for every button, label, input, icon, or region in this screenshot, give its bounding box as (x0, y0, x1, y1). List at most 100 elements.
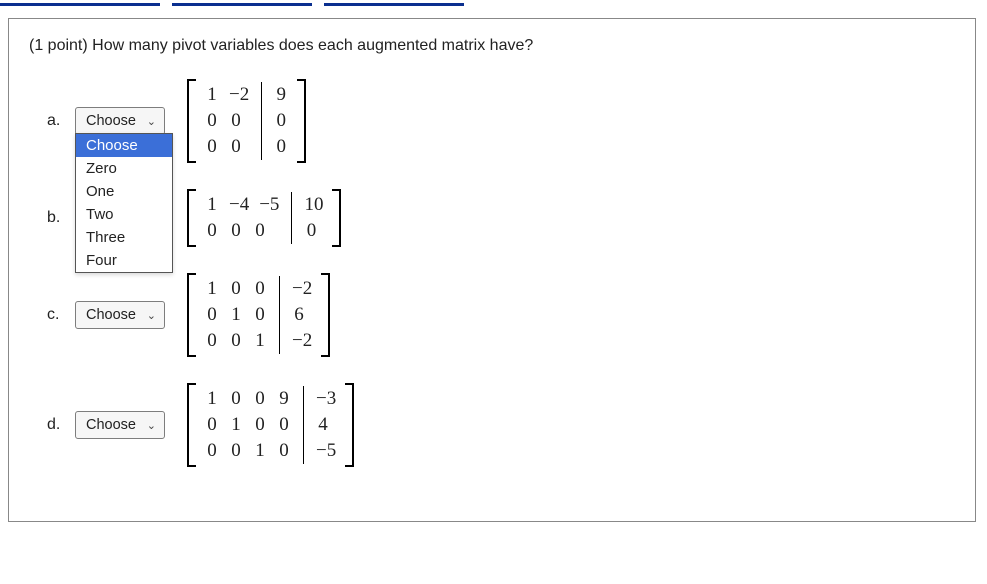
part-c-row: c. Choose ⌄ 100 010 001 −2 6 −2 (47, 273, 955, 357)
parts-list: a. Choose ⌄ Choose Zero One Two Three Fo… (29, 79, 955, 467)
top-underline-bar (0, 0, 987, 6)
part-c-select-wrap: Choose ⌄ (75, 301, 165, 329)
cell: 0 (248, 218, 272, 244)
select-value: Choose (86, 113, 136, 129)
part-d-label: d. (47, 416, 67, 434)
question-container: (1 point) How many pivot variables does … (8, 18, 976, 522)
part-d-row: d. Choose ⌄ 1009 0100 0010 −3 4 −5 (47, 383, 955, 467)
chevron-down-icon: ⌄ (147, 309, 156, 322)
matrix-left-block: 100 010 001 (196, 273, 276, 357)
matrix-d: 1009 0100 0010 −3 4 −5 (187, 383, 354, 467)
cell: 0 (224, 218, 248, 244)
cell: 1 (200, 276, 224, 302)
cell: −5 (311, 438, 341, 464)
underline-seg (324, 0, 464, 6)
cell: −2 (224, 82, 254, 108)
cell: 0 (200, 412, 224, 438)
matrix-left-block: 1−4−5 000 (196, 189, 288, 247)
dropdown-option-choose[interactable]: Choose (76, 134, 172, 157)
cell: 1 (248, 438, 272, 464)
augment-bar (279, 276, 280, 354)
dropdown-option-two[interactable]: Two (76, 203, 172, 226)
select-value: Choose (86, 417, 136, 433)
part-a-select-wrap: Choose ⌄ Choose Zero One Two Three Four (75, 107, 165, 135)
part-b-label: b. (47, 209, 67, 227)
cell: 0 (248, 276, 272, 302)
cell: 0 (272, 438, 296, 464)
part-d-select[interactable]: Choose ⌄ (75, 411, 165, 439)
bracket-right (297, 79, 306, 163)
cell: −5 (254, 192, 284, 218)
cell: −2 (287, 276, 317, 302)
bracket-right (332, 189, 341, 247)
dropdown-option-one[interactable]: One (76, 180, 172, 203)
cell: 0 (200, 302, 224, 328)
cell: −2 (287, 328, 317, 354)
bracket-right (321, 273, 330, 357)
cell: 1 (200, 192, 224, 218)
part-a-dropdown: Choose Zero One Two Three Four (75, 133, 173, 273)
part-c-select[interactable]: Choose ⌄ (75, 301, 165, 329)
bracket-right (345, 383, 354, 467)
matrix-left-block: 1−2 00 00 (196, 79, 258, 163)
cell: 9 (272, 386, 296, 412)
cell: 0 (299, 218, 323, 244)
cell: 0 (224, 438, 248, 464)
matrix-right-block: −3 4 −5 (307, 383, 345, 467)
cell: 0 (200, 134, 224, 160)
part-a-select[interactable]: Choose ⌄ (75, 107, 165, 135)
question-text: (1 point) How many pivot variables does … (29, 37, 955, 55)
chevron-down-icon: ⌄ (147, 115, 156, 128)
cell: 0 (200, 438, 224, 464)
part-d-select-wrap: Choose ⌄ (75, 411, 165, 439)
cell: 0 (269, 134, 293, 160)
cell: 1 (200, 386, 224, 412)
dropdown-option-zero[interactable]: Zero (76, 157, 172, 180)
matrix-b: 1−4−5 000 10 0 (187, 189, 341, 247)
part-a-label: a. (47, 112, 67, 130)
cell: 0 (248, 412, 272, 438)
cell: 4 (311, 412, 335, 438)
cell: 0 (224, 328, 248, 354)
part-c-label: c. (47, 306, 67, 324)
bracket-left (187, 79, 196, 163)
cell: 9 (269, 82, 293, 108)
dropdown-option-three[interactable]: Three (76, 226, 172, 249)
cell: 0 (200, 328, 224, 354)
dropdown-option-four[interactable]: Four (76, 249, 172, 272)
matrix-a: 1−2 00 00 9 0 0 (187, 79, 306, 163)
cell: 1 (224, 412, 248, 438)
cell: 0 (248, 302, 272, 328)
cell: 0 (200, 218, 224, 244)
augment-bar (303, 386, 304, 464)
cell: 6 (287, 302, 311, 328)
matrix-c: 100 010 001 −2 6 −2 (187, 273, 330, 357)
matrix-right-block: 10 0 (295, 189, 332, 247)
cell: 0 (272, 412, 296, 438)
augment-bar (291, 192, 292, 244)
bracket-left (187, 189, 196, 247)
cell: 10 (299, 192, 328, 218)
cell: 0 (224, 386, 248, 412)
cell: 0 (269, 108, 293, 134)
cell: 0 (200, 108, 224, 134)
select-value: Choose (86, 307, 136, 323)
augment-bar (261, 82, 262, 160)
underline-seg (0, 0, 160, 6)
bracket-left (187, 273, 196, 357)
cell: −3 (311, 386, 341, 412)
matrix-left-block: 1009 0100 0010 (196, 383, 300, 467)
cell: 1 (248, 328, 272, 354)
part-a-row: a. Choose ⌄ Choose Zero One Two Three Fo… (47, 79, 955, 163)
cell: 1 (224, 302, 248, 328)
cell: −4 (224, 192, 254, 218)
cell: 0 (224, 276, 248, 302)
matrix-right-block: −2 6 −2 (283, 273, 321, 357)
cell: 1 (200, 82, 224, 108)
cell: 0 (224, 134, 248, 160)
chevron-down-icon: ⌄ (147, 419, 156, 432)
cell: 0 (224, 108, 248, 134)
bracket-left (187, 383, 196, 467)
part-b-row: b. 1−4−5 000 10 0 (47, 189, 955, 247)
cell: 0 (248, 386, 272, 412)
